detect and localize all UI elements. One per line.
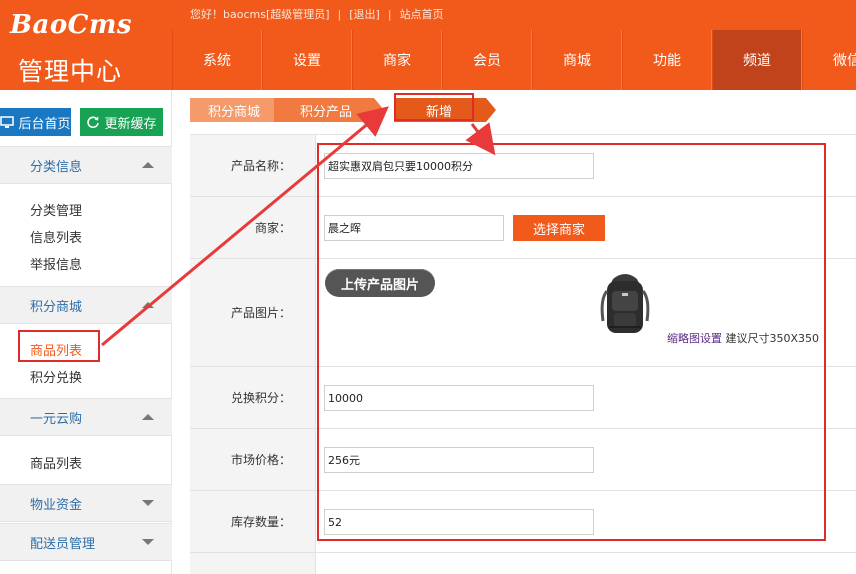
main-nav: 系统 设置 商家 会员 商城 功能 频道 微信 xyxy=(172,30,856,90)
nav-channel[interactable]: 频道 xyxy=(712,30,802,90)
sidebar-section-one-yuan[interactable]: 一元云购 xyxy=(0,398,172,436)
annotation-box-breadcrumb xyxy=(394,93,474,121)
sidebar-item-one-yuan-products[interactable]: 商品列表 xyxy=(30,453,82,472)
section-title: 一元云购 xyxy=(30,411,83,427)
nav-mall[interactable]: 商城 xyxy=(532,30,622,90)
stock-label: 库存数量： xyxy=(190,491,316,552)
section-title: 积分商城 xyxy=(30,299,83,315)
sidebar-item-report-info[interactable]: 举报信息 xyxy=(30,254,82,273)
breadcrumb-points-mall[interactable]: 积分商城 xyxy=(190,98,276,122)
nav-member[interactable]: 会员 xyxy=(442,30,532,90)
nav-settings[interactable]: 设置 xyxy=(262,30,352,90)
refresh-icon xyxy=(87,116,100,129)
refresh-cache-label: 更新缓存 xyxy=(104,116,157,132)
nav-system[interactable]: 系统 xyxy=(172,30,262,90)
nav-wechat[interactable]: 微信 xyxy=(802,30,856,90)
home-button-label: 后台首页 xyxy=(18,116,71,132)
collapse-icon xyxy=(142,414,154,420)
greeting: 您好！baocms[超级管理员] xyxy=(190,8,330,21)
sidebar-item-info-list[interactable]: 信息列表 xyxy=(30,227,82,246)
sidebar-section-property-funds[interactable]: 物业资金 xyxy=(0,484,172,522)
annotation-box-sidebar xyxy=(18,330,100,362)
sidebar-item-category-manage[interactable]: 分类管理 xyxy=(30,200,82,219)
divider: | xyxy=(337,7,342,21)
collapse-icon xyxy=(142,162,154,168)
screen-icon xyxy=(0,115,15,128)
breadcrumb-points-products[interactable]: 积分产品 xyxy=(274,98,374,122)
logo-subtitle: 管理中心 xyxy=(18,57,123,86)
home-button[interactable]: 后台首页 xyxy=(0,108,71,136)
sidebar-section-delivery-staff[interactable]: 配送员管理 xyxy=(0,523,172,561)
refresh-cache-button[interactable]: 更新缓存 xyxy=(80,108,163,136)
section-title: 物业资金 xyxy=(30,497,83,513)
collapse-icon xyxy=(142,302,154,308)
chevron-right-icon xyxy=(374,98,384,122)
chevron-right-icon xyxy=(486,98,496,122)
expand-icon xyxy=(142,500,154,506)
form-row-next xyxy=(190,553,856,574)
section-title: 分类信息 xyxy=(30,159,83,175)
points-label: 兑换积分： xyxy=(190,367,316,428)
nav-features[interactable]: 功能 xyxy=(622,30,712,90)
annotation-box-form xyxy=(317,143,826,541)
header: BaoCms 管理中心 您好！baocms[超级管理员] | [退出] | 站点… xyxy=(0,0,856,90)
divider: | xyxy=(387,7,392,21)
expand-icon xyxy=(142,539,154,545)
product-name-label: 产品名称： xyxy=(190,135,316,196)
merchant-label: 商家： xyxy=(190,197,316,258)
logo: BaoCms xyxy=(10,10,133,40)
site-home-link[interactable]: 站点首页 xyxy=(400,6,444,22)
sidebar-item-points-exchange[interactable]: 积分兑换 xyxy=(30,367,82,386)
sidebar-buttons: 后台首页 更新缓存 xyxy=(0,108,172,138)
market-price-label: 市场价格： xyxy=(190,429,316,490)
nav-merchant[interactable]: 商家 xyxy=(352,30,442,90)
section-title: 配送员管理 xyxy=(30,536,96,552)
next-row-label xyxy=(190,553,316,574)
product-image-label: 产品图片： xyxy=(190,259,316,366)
logout-link[interactable]: [退出] xyxy=(349,6,380,22)
sidebar-section-points-mall[interactable]: 积分商城 xyxy=(0,286,172,324)
sidebar-section-classifieds[interactable]: 分类信息 xyxy=(0,146,172,184)
top-bar: 您好！baocms[超级管理员] | [退出] | 站点首页 xyxy=(190,6,444,22)
